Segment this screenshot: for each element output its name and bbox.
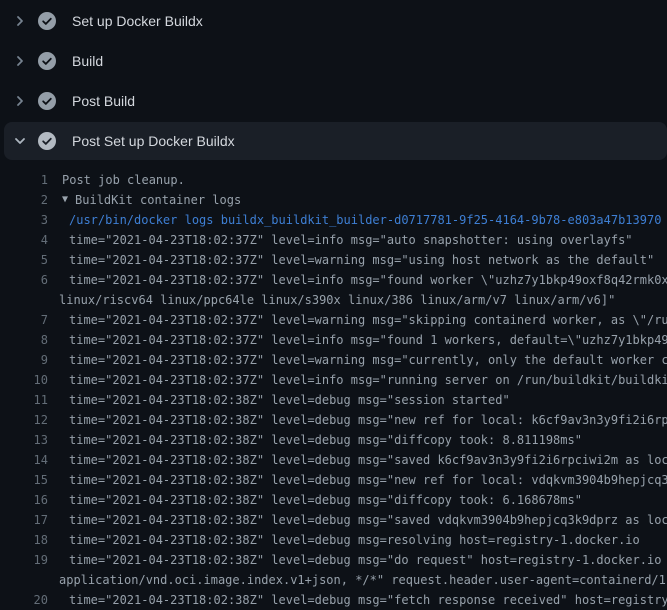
log-line-number[interactable]: 2	[0, 190, 48, 210]
log-line-number	[0, 570, 48, 590]
check-circle-icon	[38, 132, 56, 150]
check-circle-icon	[38, 12, 56, 30]
log-line-text: time="2021-04-23T18:02:38Z" level=debug …	[48, 410, 667, 430]
log-line-text: time="2021-04-23T18:02:38Z" level=debug …	[48, 430, 582, 450]
log-line-number[interactable]: 10	[0, 370, 48, 390]
step-header-build[interactable]: Build	[0, 41, 667, 81]
log-group-title[interactable]: BuildKit container logs	[68, 190, 241, 210]
chevron-right-icon[interactable]	[12, 53, 28, 69]
log-line-number[interactable]: 17	[0, 510, 48, 530]
log-line-number[interactable]: 18	[0, 530, 48, 550]
log-line: 10time="2021-04-23T18:02:37Z" level=info…	[0, 370, 667, 390]
log-line-number[interactable]: 3	[0, 210, 48, 230]
log-line-text: time="2021-04-23T18:02:38Z" level=debug …	[48, 390, 510, 410]
log-line: 4time="2021-04-23T18:02:37Z" level=info …	[0, 230, 667, 250]
log-line-number[interactable]: 14	[0, 450, 48, 470]
step-label: Post Build	[72, 93, 135, 109]
log-area: 1Post job cleanup.2▼BuildKit container l…	[0, 161, 667, 610]
log-line-text: time="2021-04-23T18:02:37Z" level=info m…	[48, 230, 633, 250]
step-header-setup-docker-buildx[interactable]: Set up Docker Buildx	[0, 1, 667, 41]
log-line: 14time="2021-04-23T18:02:38Z" level=debu…	[0, 450, 667, 470]
log-line-number[interactable]: 9	[0, 350, 48, 370]
log-line-text: application/vnd.oci.image.index.v1+json,…	[48, 570, 667, 590]
log-line: 8time="2021-04-23T18:02:37Z" level=info …	[0, 330, 667, 350]
step-header-post-build[interactable]: Post Build	[0, 81, 667, 121]
log-line: 17time="2021-04-23T18:02:38Z" level=debu…	[0, 510, 667, 530]
log-line: 15time="2021-04-23T18:02:38Z" level=debu…	[0, 470, 667, 490]
steps-list: Set up Docker Buildx Build Post Build	[0, 0, 667, 160]
log-line-text: time="2021-04-23T18:02:37Z" level=info m…	[48, 370, 667, 390]
log-line-text: time="2021-04-23T18:02:38Z" level=debug …	[48, 470, 667, 490]
log-line-number[interactable]: 13	[0, 430, 48, 450]
chevron-down-icon[interactable]	[12, 133, 28, 149]
log-line-text: Post job cleanup.	[48, 170, 185, 190]
log-line-number[interactable]: 11	[0, 390, 48, 410]
log-line-text: time="2021-04-23T18:02:37Z" level=warnin…	[48, 250, 654, 270]
workflow-log-viewer: Set up Docker Buildx Build Post Build	[0, 0, 667, 600]
log-command-text: /usr/bin/docker logs buildx_buildkit_bui…	[48, 210, 661, 230]
log-line-text: time="2021-04-23T18:02:38Z" level=debug …	[48, 510, 667, 530]
log-line-number[interactable]: 19	[0, 550, 48, 570]
log-line-text: time="2021-04-23T18:02:37Z" level=info m…	[48, 270, 667, 290]
log-line: 2▼BuildKit container logs	[0, 190, 667, 210]
log-line-number[interactable]: 1	[0, 170, 48, 190]
log-line: 18time="2021-04-23T18:02:38Z" level=debu…	[0, 530, 667, 550]
check-circle-icon	[38, 92, 56, 110]
chevron-right-icon[interactable]	[12, 13, 28, 29]
log-line-number[interactable]: 7	[0, 310, 48, 330]
log-line-number[interactable]: 20	[0, 590, 48, 610]
step-label: Set up Docker Buildx	[72, 13, 203, 29]
log-line: 16time="2021-04-23T18:02:38Z" level=debu…	[0, 490, 667, 510]
log-line: 7time="2021-04-23T18:02:37Z" level=warni…	[0, 310, 667, 330]
log-line-number[interactable]: 16	[0, 490, 48, 510]
log-line-text: time="2021-04-23T18:02:37Z" level=warnin…	[48, 310, 667, 330]
log-line-text: time="2021-04-23T18:02:38Z" level=debug …	[48, 490, 582, 510]
log-line: application/vnd.oci.image.index.v1+json,…	[0, 570, 667, 590]
step-label: Build	[72, 53, 103, 69]
step-label: Post Set up Docker Buildx	[72, 133, 235, 149]
log-line-number[interactable]: 4	[0, 230, 48, 250]
log-line: 6time="2021-04-23T18:02:37Z" level=info …	[0, 270, 667, 290]
log-line-text: time="2021-04-23T18:02:37Z" level=warnin…	[48, 350, 667, 370]
log-line: 19time="2021-04-23T18:02:38Z" level=debu…	[0, 550, 667, 570]
log-line-number[interactable]: 8	[0, 330, 48, 350]
log-line-text: time="2021-04-23T18:02:38Z" level=debug …	[48, 590, 667, 610]
log-line-text: linux/riscv64 linux/ppc64le linux/s390x …	[48, 290, 615, 310]
log-line-number	[0, 290, 48, 310]
log-line-number[interactable]: 15	[0, 470, 48, 490]
log-line-text: time="2021-04-23T18:02:38Z" level=debug …	[48, 530, 640, 550]
log-line: linux/riscv64 linux/ppc64le linux/s390x …	[0, 290, 667, 310]
log-line: 1Post job cleanup.	[0, 170, 667, 190]
log-line-number[interactable]: 5	[0, 250, 48, 270]
chevron-right-icon[interactable]	[12, 93, 28, 109]
log-line: 12time="2021-04-23T18:02:38Z" level=debu…	[0, 410, 667, 430]
log-line-number[interactable]: 6	[0, 270, 48, 290]
check-circle-icon	[38, 52, 56, 70]
log-line-text: time="2021-04-23T18:02:38Z" level=debug …	[48, 450, 667, 470]
step-header-post-setup-docker-buildx[interactable]: Post Set up Docker Buildx	[4, 122, 667, 160]
log-line: 9time="2021-04-23T18:02:37Z" level=warni…	[0, 350, 667, 370]
log-line: 13time="2021-04-23T18:02:38Z" level=debu…	[0, 430, 667, 450]
log-line-text: time="2021-04-23T18:02:37Z" level=info m…	[48, 330, 667, 350]
log-line: 11time="2021-04-23T18:02:38Z" level=debu…	[0, 390, 667, 410]
log-line: 20time="2021-04-23T18:02:38Z" level=debu…	[0, 590, 667, 610]
log-line: 5time="2021-04-23T18:02:37Z" level=warni…	[0, 250, 667, 270]
group-toggle-icon[interactable]: ▼	[48, 190, 68, 210]
log-line-number[interactable]: 12	[0, 410, 48, 430]
log-line-text: time="2021-04-23T18:02:38Z" level=debug …	[48, 550, 667, 570]
log-line: 3/usr/bin/docker logs buildx_buildkit_bu…	[0, 210, 667, 230]
